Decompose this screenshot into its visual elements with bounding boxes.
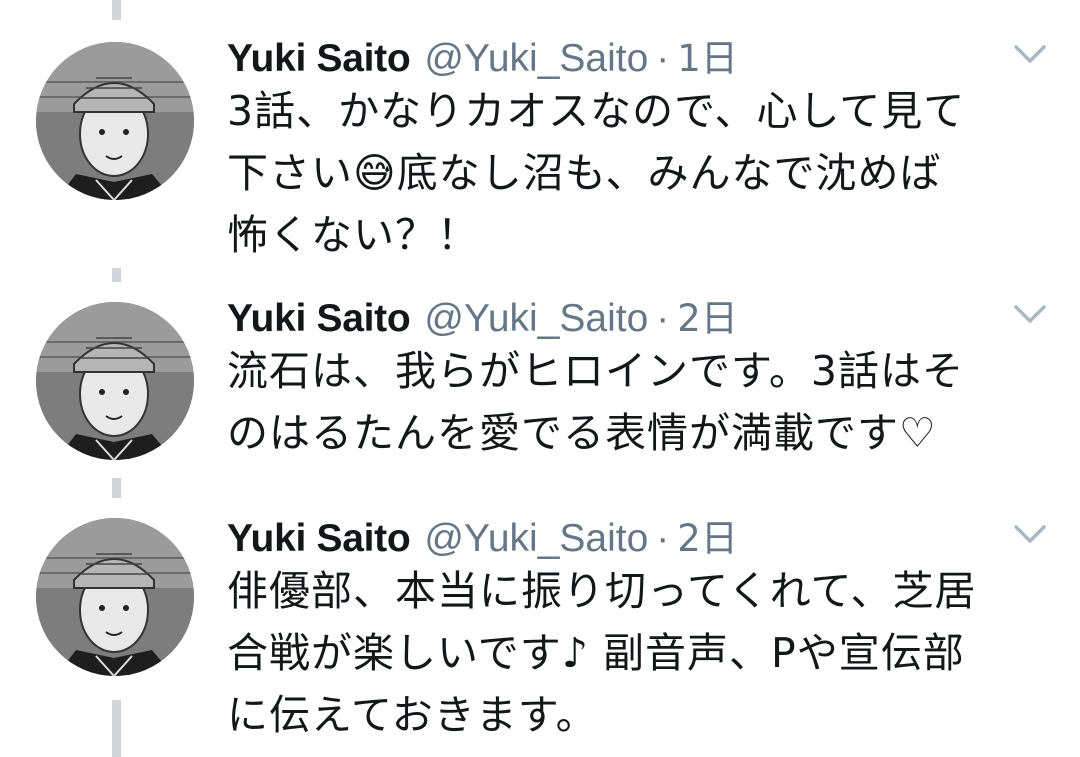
chevron-down-icon[interactable] xyxy=(1012,302,1048,326)
chevron-down-icon[interactable] xyxy=(1012,522,1048,546)
avatar-illustration xyxy=(36,302,194,460)
tweet-header: Yuki Saito @Yuki_Saito · 2日 xyxy=(227,288,738,341)
tweet[interactable]: Yuki Saito @Yuki_Saito · 2日 俳優部、本当に振り切って… xyxy=(0,508,1080,757)
tweet[interactable]: Yuki Saito @Yuki_Saito · 2日 流石は、我らがヒロインで… xyxy=(0,288,1080,478)
display-name[interactable]: Yuki Saito xyxy=(227,297,411,341)
user-handle[interactable]: @Yuki_Saito xyxy=(424,517,648,561)
avatar[interactable] xyxy=(36,42,194,200)
separator: · xyxy=(656,37,670,80)
avatar[interactable] xyxy=(36,302,194,460)
timestamp[interactable]: 2日 xyxy=(677,508,738,562)
avatar-illustration xyxy=(36,518,194,676)
user-handle[interactable]: @Yuki_Saito xyxy=(424,297,648,341)
tweet-text: 流石は、我らがヒロインです。3話はそ のはるたんを愛でる表情が満載です♡ xyxy=(227,347,964,457)
separator: · xyxy=(656,517,670,560)
tweet[interactable]: Yuki Saito @Yuki_Saito · 1日 3話、かなりカオスなので… xyxy=(0,28,1080,268)
tweet-text: 3話、かなりカオスなので、心して見て 下さい😅底なし沼も、みんなで沈めば 怖くな… xyxy=(227,87,966,259)
thread-line-2 xyxy=(112,478,121,498)
display-name[interactable]: Yuki Saito xyxy=(227,517,411,561)
tweet-text: 俳優部、本当に振り切ってくれて、芝居 合戦が楽しいです♪ 副音声、Pや宣伝部 に… xyxy=(227,567,977,739)
timestamp[interactable]: 2日 xyxy=(677,288,738,342)
tweet-header: Yuki Saito @Yuki_Saito · 1日 xyxy=(227,28,738,81)
chevron-down-icon[interactable] xyxy=(1012,42,1048,66)
user-handle[interactable]: @Yuki_Saito xyxy=(424,37,648,81)
display-name[interactable]: Yuki Saito xyxy=(227,37,411,81)
avatar-illustration xyxy=(36,42,194,200)
thread-line-top xyxy=(112,0,121,20)
avatar[interactable] xyxy=(36,518,194,676)
separator: · xyxy=(656,297,670,340)
tweet-header: Yuki Saito @Yuki_Saito · 2日 xyxy=(227,508,738,561)
thread-line-1 xyxy=(112,268,121,282)
timestamp[interactable]: 1日 xyxy=(677,28,738,82)
